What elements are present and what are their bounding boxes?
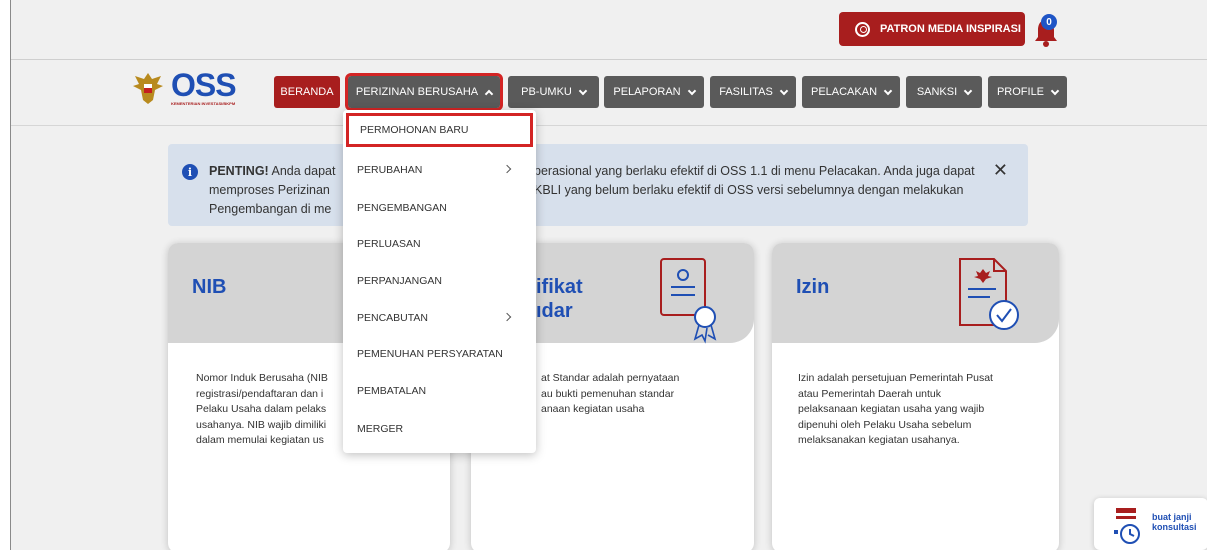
desc-line: registrasi/pendaftaran dan i <box>196 387 324 400</box>
nav-profile[interactable]: PROFILE <box>988 76 1067 108</box>
menu-item-pengembangan[interactable]: PENGEMBANGAN <box>343 191 536 225</box>
card-title: Izin <box>796 276 830 298</box>
menu-item-perluasan[interactable]: PERLUASAN <box>343 227 536 261</box>
alert-line-2a: memproses Perizinan <box>209 183 330 197</box>
top-bar: PATRON MEDIA INSPIRASI 0 <box>11 0 1207 60</box>
nav-label: SANKSI <box>916 86 958 98</box>
calendar-clock-icon <box>1114 508 1140 544</box>
garuda-emblem-icon <box>133 73 163 104</box>
main-navbar: OSS KEMENTERIAN INVESTASI/BKPM BERANDA P… <box>11 60 1207 126</box>
card-description: Izin adalah persetujuan Pemerintah Pusat… <box>798 371 993 449</box>
card-header: Izin <box>772 243 1059 343</box>
consult-line: buat janji <box>1152 512 1192 522</box>
nav-pelacakan[interactable]: PELACAKAN <box>802 76 900 108</box>
user-icon <box>855 21 870 37</box>
menu-item-perpanjangan[interactable]: PERPANJANGAN <box>343 264 536 298</box>
desc-line: dipenuhi oleh Pelaku Usaha sebelum <box>798 418 972 431</box>
nav-label: PELAPORAN <box>613 86 681 98</box>
menu-item-label: PERMOHONAN BARU <box>360 124 469 136</box>
info-icon: i <box>182 164 198 180</box>
notification-badge: 0 <box>1041 14 1057 30</box>
card-description: Nomor Induk Berusaha (NIB registrasi/pen… <box>196 371 328 449</box>
menu-item-pencabutan[interactable]: PENCABUTAN <box>343 301 536 335</box>
desc-line: atau Pemerintah Daerah untuk <box>798 387 942 400</box>
nav-label: FASILITAS <box>719 86 773 98</box>
page-frame: PATRON MEDIA INSPIRASI 0 OSS KEMENTERIAN… <box>10 0 1207 550</box>
consultation-label: buat janji konsultasi <box>1152 512 1197 532</box>
important-alert: i PENTING! Anda dapat perasional yang be… <box>168 144 1028 226</box>
menu-item-label: PEMBATALAN <box>357 385 427 397</box>
desc-line: pelaksanaan kegiatan usaha yang wajib <box>798 403 985 415</box>
card-title-line: ıdar <box>536 300 573 322</box>
alert-text: Anda dapat <box>268 164 336 178</box>
card-title-line: ifikat <box>536 276 583 298</box>
menu-item-perubahan[interactable]: PERUBAHAN <box>343 153 536 187</box>
nav-pelaporan[interactable]: PELAPORAN <box>604 76 704 108</box>
perizinan-dropdown-menu: PERMOHONAN BARU PERUBAHAN PENGEMBANGAN P… <box>343 110 536 453</box>
desc-line: anaan kegiatan usaha <box>541 403 645 415</box>
desc-line: at Standar adalah pernyataan <box>541 372 680 384</box>
chevron-down-icon <box>687 86 696 95</box>
desc-line: au bukti pemenuhan standar <box>541 387 675 400</box>
chevron-right-icon <box>502 164 512 174</box>
nav-label: PERIZINAN BERUSAHA <box>355 86 479 98</box>
desc-line: usahanya. NIB wajib dimiliki <box>196 418 327 431</box>
alert-line-3a: Pengembangan di me <box>209 202 332 216</box>
user-account-button[interactable]: PATRON MEDIA INSPIRASI <box>839 12 1025 46</box>
logo-text: OSS <box>171 67 237 103</box>
license-document-icon <box>959 258 1019 330</box>
user-account-label: PATRON MEDIA INSPIRASI <box>880 23 1021 35</box>
nav-fasilitas[interactable]: FASILITAS <box>710 76 796 108</box>
menu-item-pemenuhan-persyaratan[interactable]: PEMENUHAN PERSYARATAN <box>343 337 536 371</box>
alert-strong: PENTING! <box>209 164 269 178</box>
chevron-down-icon <box>578 86 588 95</box>
desc-line: melaksanakan kegiatan usahanya. <box>798 434 960 446</box>
desc-line: Izin adalah persetujuan Pemerintah Pusat <box>798 372 993 384</box>
nav-pb-umku[interactable]: PB-UMKU <box>508 76 599 108</box>
nav-perizinan-berusaha[interactable]: PERIZINAN BERUSAHA <box>345 73 503 111</box>
card-title: ifikat ıdar <box>536 275 583 323</box>
menu-item-label: PENGEMBANGAN <box>357 202 447 214</box>
menu-item-label: PENCABUTAN <box>357 312 428 324</box>
logo-subtext: KEMENTERIAN INVESTASI/BKPM <box>171 101 236 106</box>
menu-item-label: PEMENUHAN PERSYARATAN <box>357 348 503 360</box>
certificate-icon <box>660 258 717 344</box>
alert-line-1b: perasional yang berlaku efektif di OSS 1… <box>534 164 975 178</box>
chevron-down-icon <box>883 86 893 95</box>
chevron-right-icon <box>502 312 512 322</box>
menu-item-permohonan-baru[interactable]: PERMOHONAN BARU <box>346 113 533 147</box>
nav-sanksi[interactable]: SANKSI <box>906 76 982 108</box>
alert-line-2b: KBLI yang belum berlaku efektif di OSS v… <box>534 183 964 197</box>
consult-line: konsultasi <box>1152 522 1197 532</box>
alert-line-1a: PENTING! Anda dapat <box>209 162 335 181</box>
desc-line: Pelaku Usaha dalam pelaks <box>196 403 327 415</box>
oss-logo[interactable]: OSS KEMENTERIAN INVESTASI/BKPM <box>131 67 237 106</box>
nav-label: PROFILE <box>996 86 1045 98</box>
menu-item-label: PERPANJANGAN <box>357 275 442 287</box>
card-title: NIB <box>192 276 227 298</box>
nav-label: PB-UMKU <box>521 86 572 98</box>
card-description: at Standar adalah pernyataan au bukti pe… <box>541 371 679 418</box>
desc-line: Nomor Induk Berusaha (NIB <box>196 372 328 384</box>
chevron-down-icon <box>1050 86 1060 95</box>
card-izin[interactable]: Izin Izin adalah persetujuan Pemerintah … <box>772 243 1059 550</box>
nav-label: BERANDA <box>280 86 334 98</box>
nav-beranda[interactable]: BERANDA <box>274 76 340 108</box>
nav-label: PELACAKAN <box>810 86 878 98</box>
menu-item-label: PERUBAHAN <box>357 164 423 176</box>
chevron-down-icon <box>779 86 789 95</box>
menu-item-label: MERGER <box>357 423 404 435</box>
chevron-up-icon <box>484 89 494 98</box>
menu-item-label: PERLUASAN <box>357 238 421 250</box>
menu-item-merger[interactable]: MERGER <box>343 412 536 446</box>
consultation-widget[interactable]: buat janji konsultasi <box>1094 498 1207 550</box>
menu-item-pembatalan[interactable]: PEMBATALAN <box>343 374 536 408</box>
chevron-down-icon <box>963 86 973 95</box>
desc-line: dalam memulai kegiatan us <box>196 434 324 446</box>
close-icon[interactable]: ✕ <box>993 160 1008 181</box>
